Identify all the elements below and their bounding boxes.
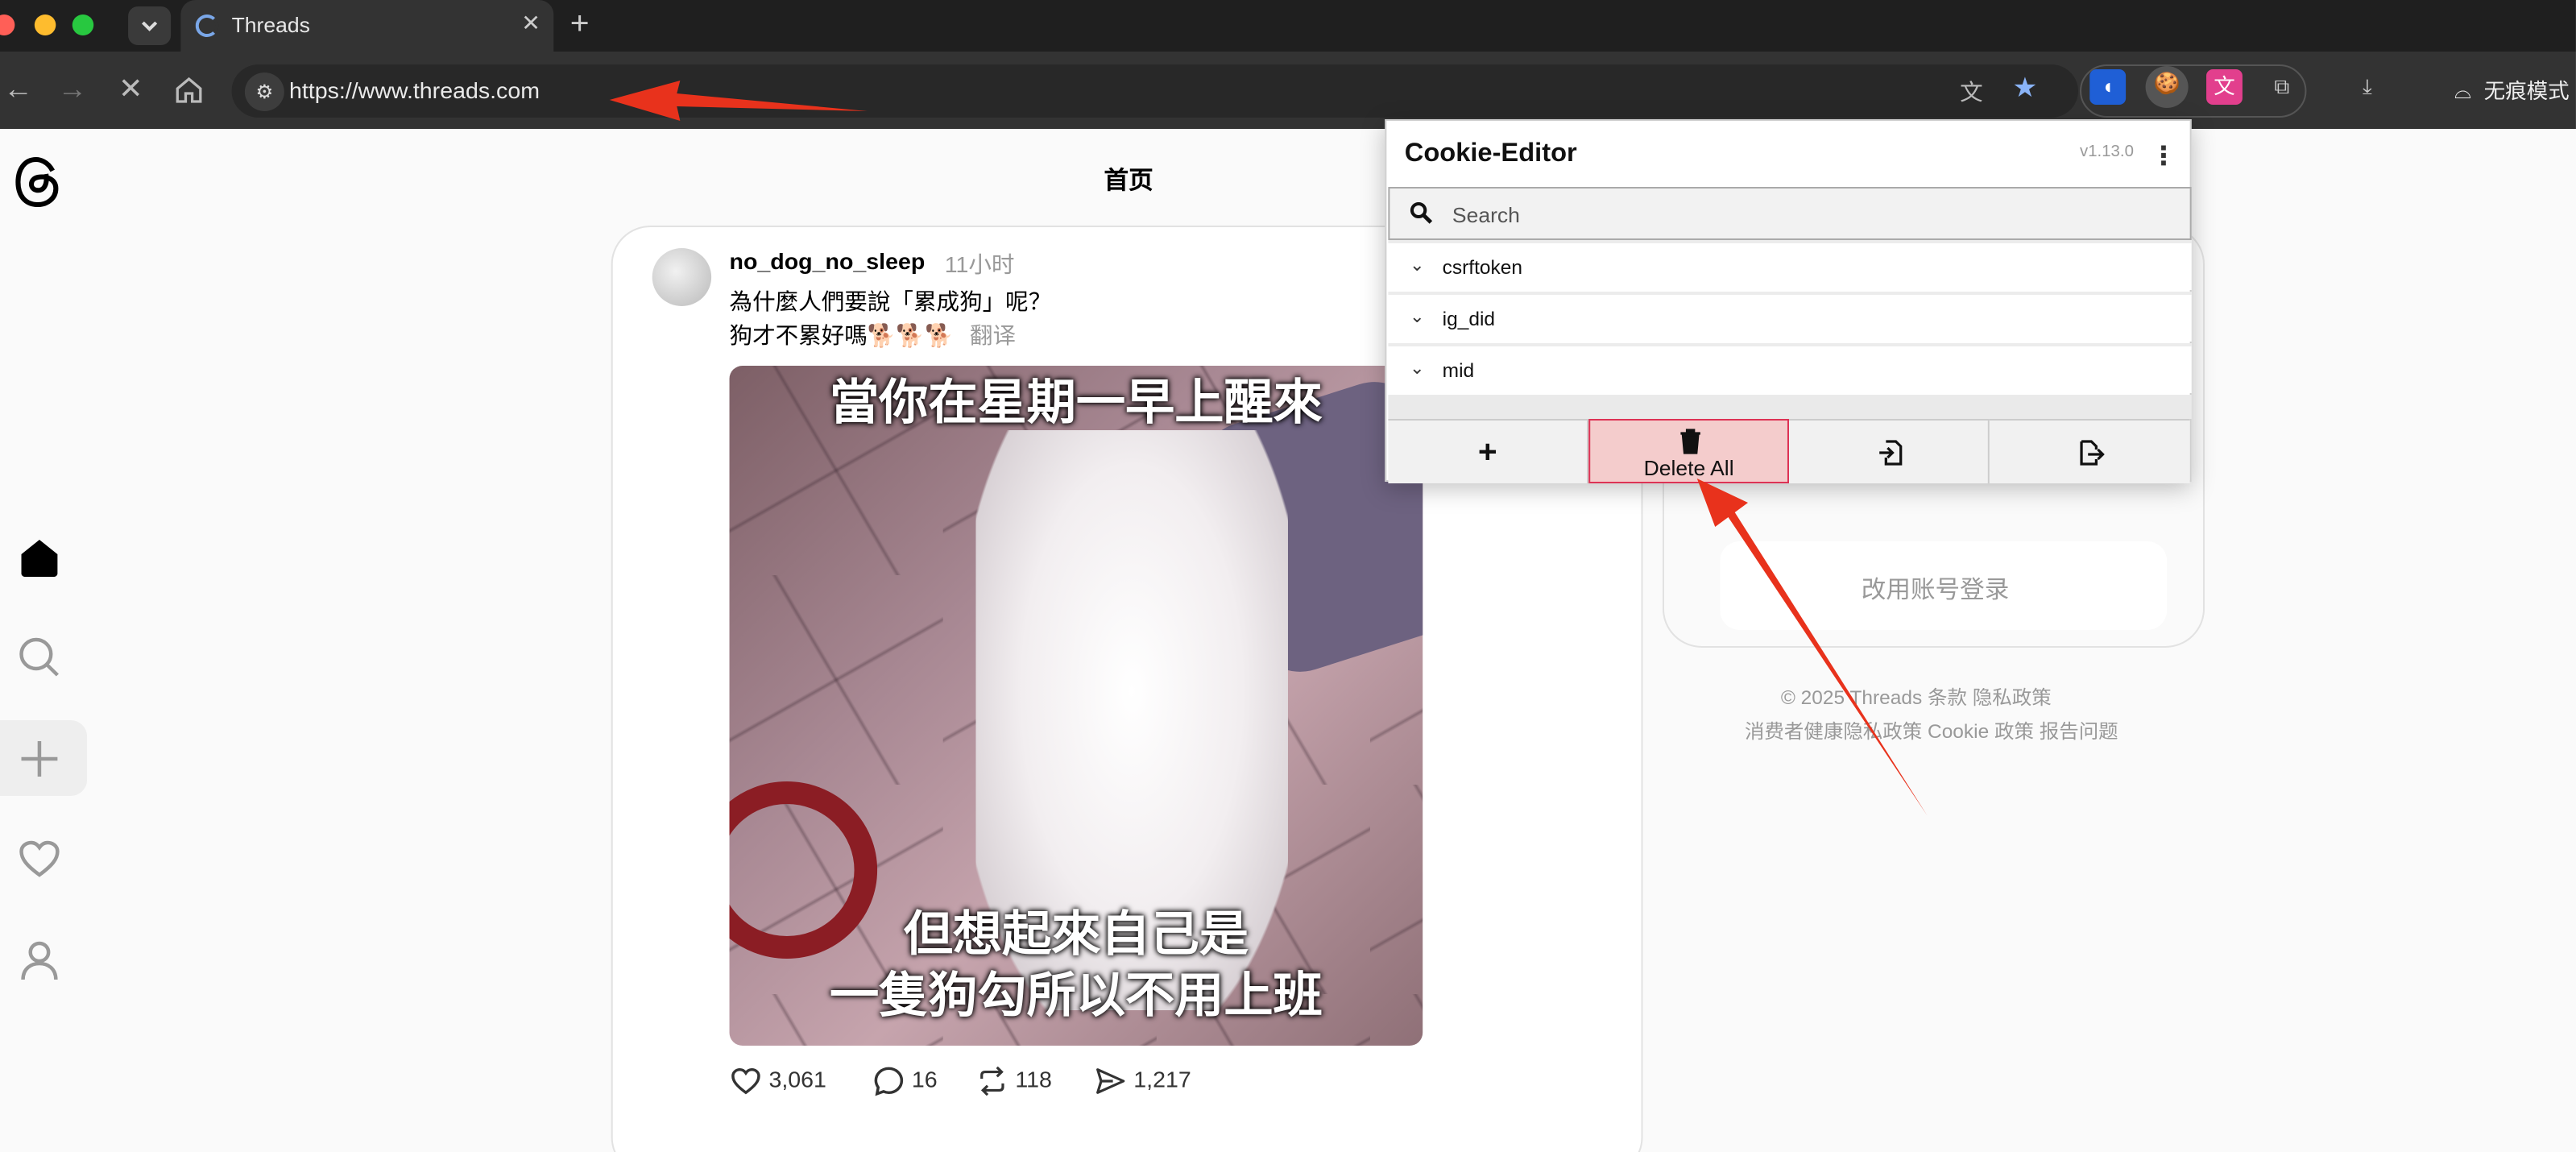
annotation-arrow-delete [1696,479,1928,815]
annotation-arrows [609,81,1928,815]
annotation-arrow-url [609,81,868,121]
